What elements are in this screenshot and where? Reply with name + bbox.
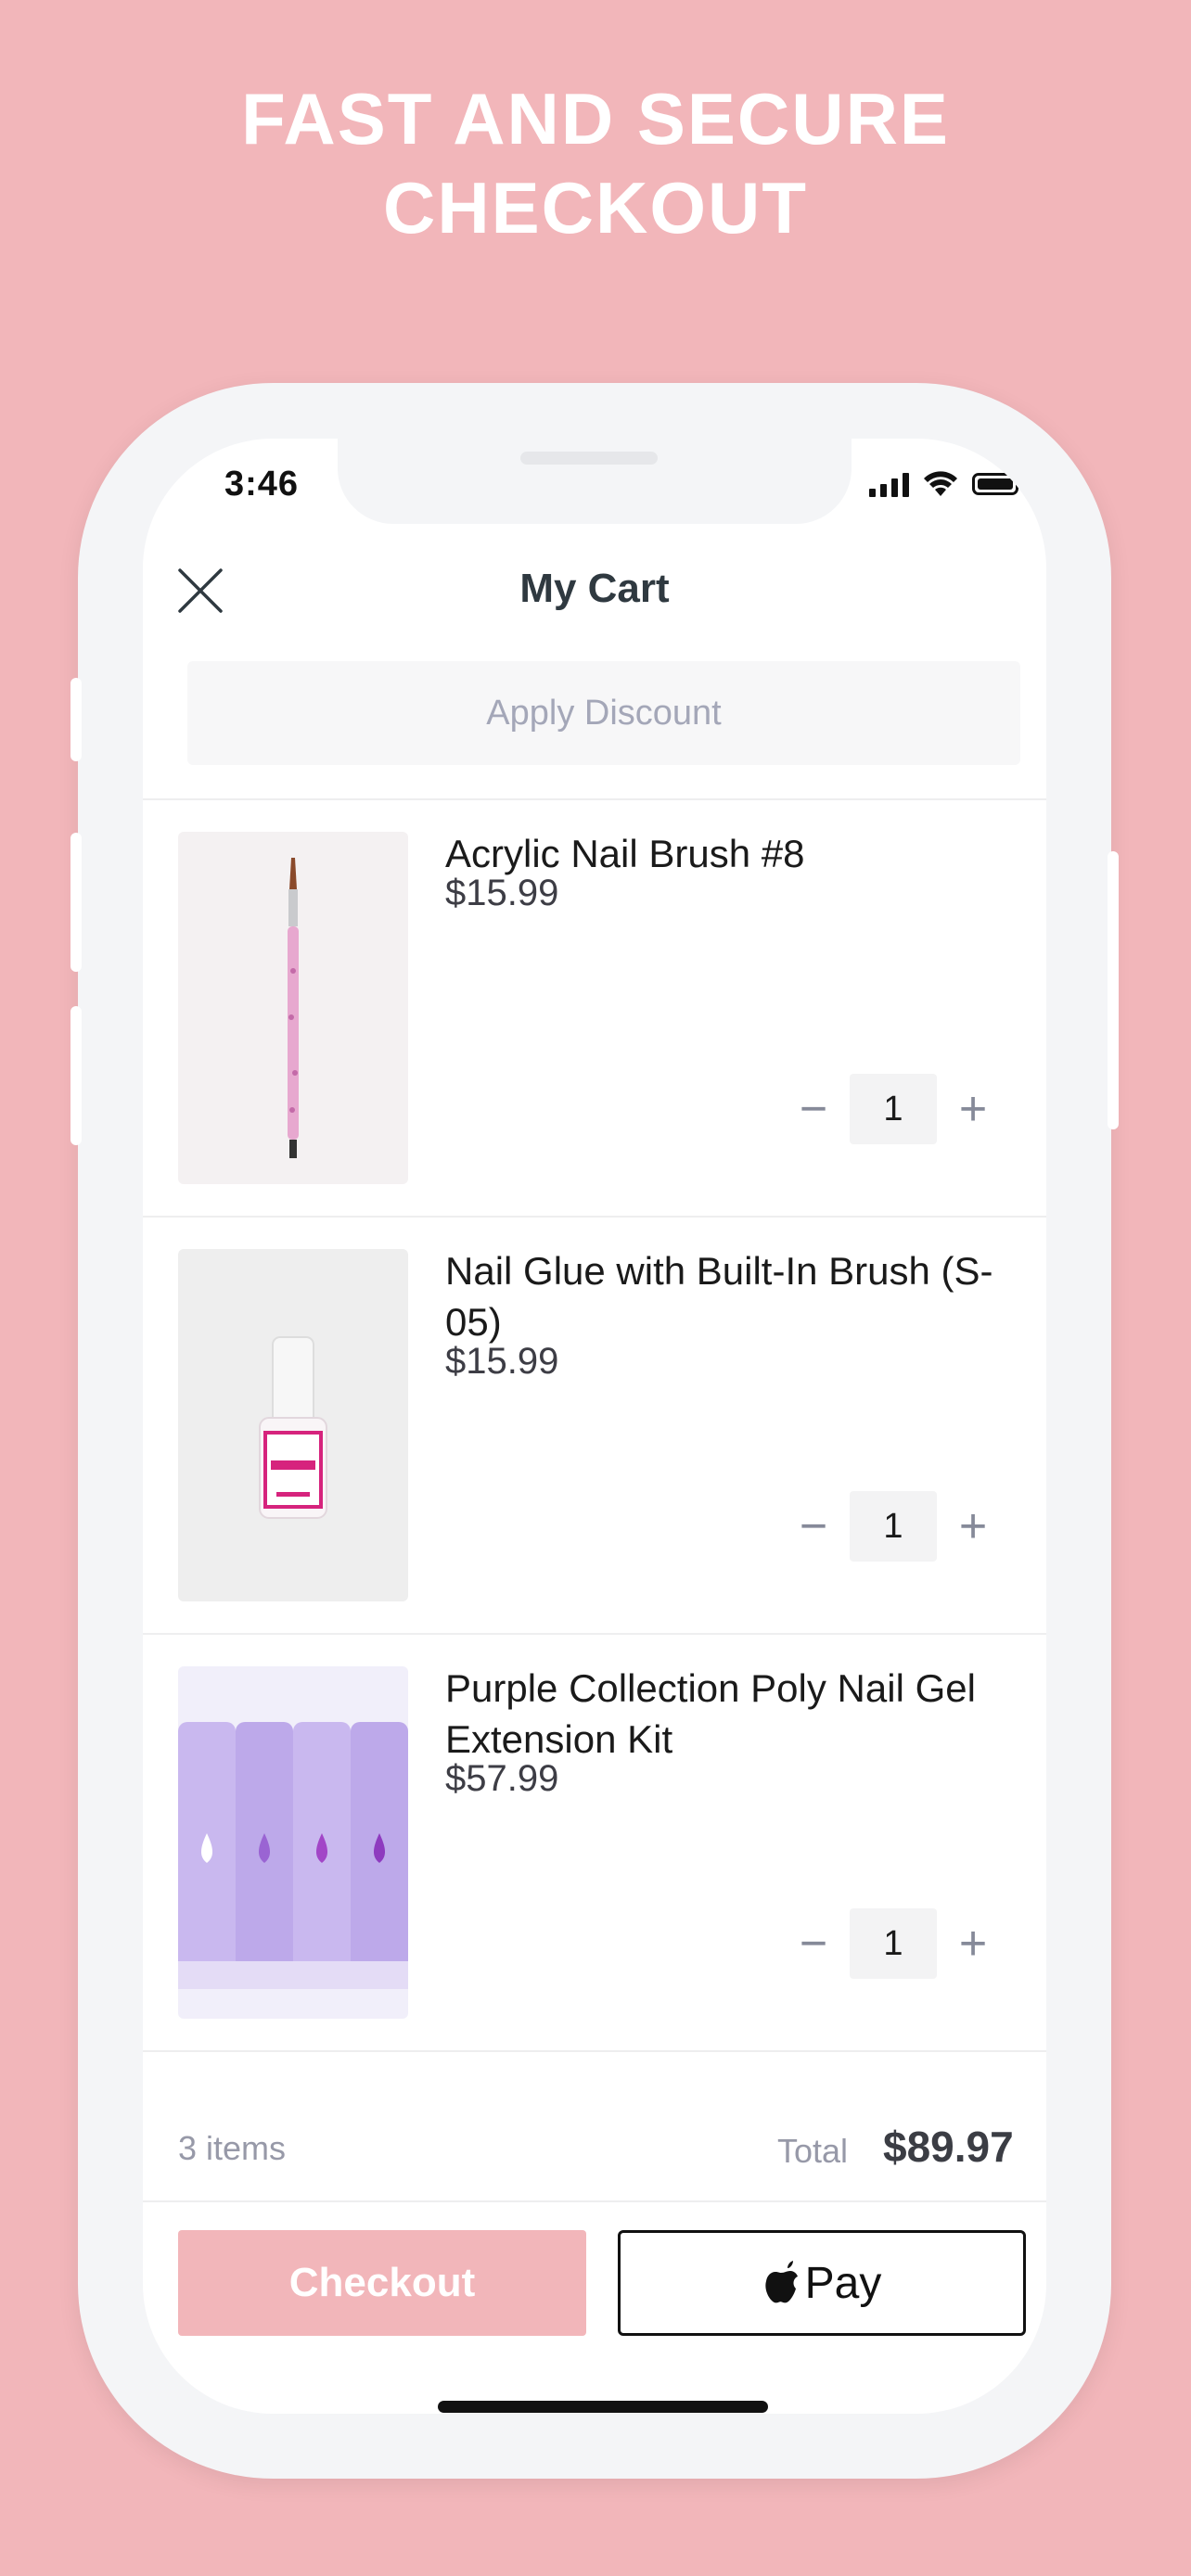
phone-power-button — [1108, 851, 1119, 1129]
product-name[interactable]: Nail Glue with Built-In Brush (S-05) — [445, 1245, 1020, 1347]
phone-frame: 3:46 My Cart Apply Discount Acrylic Nail… — [70, 383, 1119, 2479]
cart-item: Purple Collection Poly Nail Gel Extensio… — [143, 1635, 1046, 2052]
status-icons — [869, 470, 1023, 498]
battery-icon — [972, 473, 1023, 495]
product-image-nail-glue[interactable] — [178, 1249, 408, 1601]
headline-line-2: CHECKOUT — [383, 167, 808, 249]
speaker — [520, 452, 658, 465]
quantity-stepper: − 1 + — [777, 1074, 1009, 1144]
phone-screen: 3:46 My Cart Apply Discount Acrylic Nail… — [143, 439, 1046, 2414]
status-time: 3:46 — [224, 465, 300, 504]
checkout-button[interactable]: Checkout — [178, 2230, 586, 2336]
quantity-value: 1 — [850, 1908, 937, 1979]
apply-discount-label: Apply Discount — [486, 693, 722, 733]
checkout-label: Checkout — [288, 2260, 476, 2305]
phone-volume-up — [70, 833, 82, 972]
product-price: $15.99 — [445, 1341, 559, 1382]
headline-line-1: FAST AND SECURE — [241, 78, 950, 159]
items-count: 3 items — [178, 2129, 287, 2167]
headline: FAST AND SECURE CHECKOUT — [0, 74, 1191, 252]
apple-pay-label: Pay — [804, 2258, 882, 2308]
home-indicator[interactable] — [438, 2401, 768, 2413]
divider — [143, 2050, 1046, 2052]
apple-pay-button[interactable]: Pay — [618, 2230, 1026, 2336]
product-name[interactable]: Acrylic Nail Brush #8 — [445, 828, 1020, 879]
product-price: $57.99 — [445, 1758, 559, 1799]
decrease-quantity-button[interactable]: − — [777, 1491, 850, 1562]
product-image-gel-kit[interactable] — [178, 1666, 408, 2019]
product-price: $15.99 — [445, 873, 559, 913]
decrease-quantity-button[interactable]: − — [777, 1074, 850, 1144]
cart-item: Acrylic Nail Brush #8 $15.99 − 1 + — [143, 800, 1046, 1218]
decrease-quantity-button[interactable]: − — [777, 1908, 850, 1979]
page-title: My Cart — [519, 566, 670, 611]
product-name[interactable]: Purple Collection Poly Nail Gel Extensio… — [445, 1663, 1020, 1765]
quantity-stepper: − 1 + — [777, 1491, 1009, 1562]
signal-icon — [869, 471, 909, 497]
apply-discount-button[interactable]: Apply Discount — [187, 661, 1020, 765]
divider — [143, 2200, 1046, 2202]
increase-quantity-button[interactable]: + — [937, 1491, 1009, 1562]
product-image-nail-brush[interactable] — [178, 832, 408, 1184]
phone-volume-down — [70, 1006, 82, 1145]
phone-mute-switch — [70, 678, 82, 761]
cart-item: Nail Glue with Built-In Brush (S-05) $15… — [143, 1218, 1046, 1635]
total-value: $89.97 — [883, 2123, 1014, 2171]
total-label: Total — [777, 2132, 849, 2170]
quantity-stepper: − 1 + — [777, 1908, 1009, 1979]
apple-logo-icon — [765, 2261, 798, 2303]
increase-quantity-button[interactable]: + — [937, 1074, 1009, 1144]
quantity-value: 1 — [850, 1491, 937, 1562]
increase-quantity-button[interactable]: + — [937, 1908, 1009, 1979]
wifi-icon — [924, 471, 957, 496]
quantity-value: 1 — [850, 1074, 937, 1144]
notch — [338, 439, 852, 524]
